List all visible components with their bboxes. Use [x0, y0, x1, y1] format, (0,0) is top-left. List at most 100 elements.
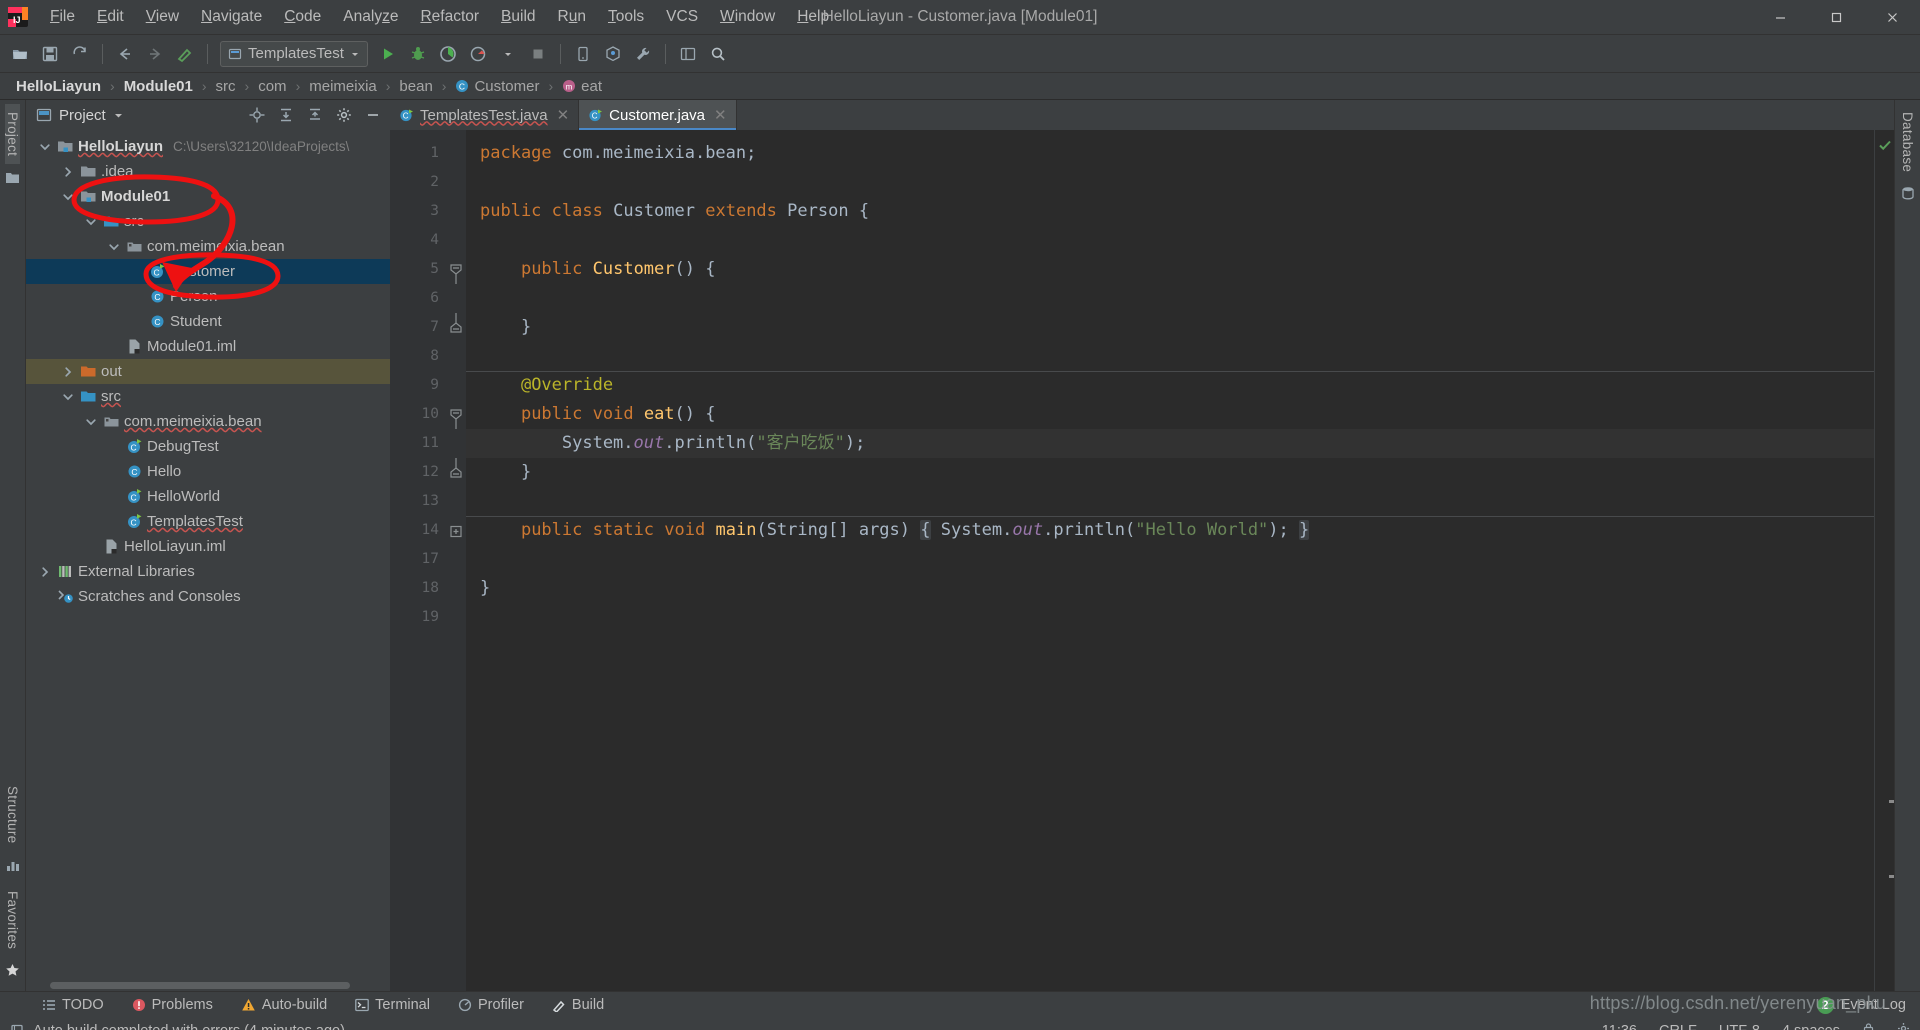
event-log-button[interactable]: 2 Event Log — [1816, 996, 1906, 1014]
run-configuration-selector[interactable]: TemplatesTest — [220, 40, 368, 67]
line-number[interactable]: 5 — [390, 255, 448, 284]
project-tree[interactable]: HelloLiayun C:\Users\32120\IdeaProjects\.… — [26, 130, 390, 980]
minimize-button[interactable] — [1752, 0, 1808, 35]
device-manager-icon[interactable] — [569, 40, 597, 68]
line-number-gutter[interactable]: 1 2 3 4 5 6 7 8 9 10 11 12 13 14 17 18 19 — [390, 130, 465, 991]
breadcrumb-item-com[interactable]: com — [254, 77, 290, 96]
wrench-settings-icon[interactable] — [629, 40, 657, 68]
line-number[interactable]: 8 — [390, 342, 448, 371]
tree-node-helloliayun[interactable]: HelloLiayun C:\Users\32120\IdeaProjects\ — [26, 134, 390, 159]
tree-twisty[interactable] — [59, 166, 76, 178]
menu-view[interactable]: View — [135, 4, 190, 30]
right-tool-rail[interactable]: Database — [1894, 100, 1920, 991]
fold-collapse-icon[interactable] — [448, 400, 466, 429]
tree-twisty[interactable] — [59, 191, 76, 203]
breadcrumb-item-bean[interactable]: bean — [395, 77, 436, 96]
tree-node-module01-iml[interactable]: Module01.iml — [26, 334, 390, 359]
menu-vcs[interactable]: VCS — [655, 4, 709, 30]
tool-window-todo[interactable]: TODO — [38, 995, 108, 1015]
tree-node-student[interactable]: C Student — [26, 309, 390, 334]
breadcrumb-item-src[interactable]: src — [212, 77, 240, 96]
line-number[interactable]: 11 — [390, 429, 448, 458]
rail-database-tab[interactable]: Database — [1900, 104, 1915, 180]
debug-bug-icon[interactable] — [404, 40, 432, 68]
chevron-down-icon[interactable] — [113, 110, 124, 121]
tree-node-src[interactable]: src — [26, 384, 390, 409]
code-line[interactable]: } — [466, 574, 1874, 603]
close-button[interactable] — [1864, 0, 1920, 35]
line-number[interactable]: 19 — [390, 603, 448, 632]
line-number[interactable]: 3 — [390, 197, 464, 226]
project-tree-horizontal-scrollbar[interactable] — [26, 980, 390, 991]
tree-node-helloworld[interactable]: C HelloWorld — [26, 484, 390, 509]
tree-node-com-meimeixia-bean[interactable]: com.meimeixia.bean — [26, 409, 390, 434]
tree-node-helloliayun-iml[interactable]: HelloLiayun.iml — [26, 534, 390, 559]
menu-code[interactable]: Code — [273, 4, 332, 30]
line-number[interactable]: 2 — [390, 168, 448, 197]
error-stripe-gutter[interactable] — [1874, 130, 1894, 991]
main-toolbar[interactable]: TemplatesTest — [0, 35, 1920, 73]
code-line[interactable] — [466, 545, 1874, 574]
breadcrumb-item-eat[interactable]: m eat — [558, 77, 606, 96]
code-line[interactable] — [466, 168, 1874, 197]
editor-tab-templatestest[interactable]: C TemplatesTest.java ✕ — [390, 100, 580, 130]
fold-collapse-icon[interactable] — [448, 255, 466, 284]
run-with-coverage-icon[interactable] — [434, 40, 462, 68]
stop-icon[interactable] — [524, 40, 552, 68]
read-only-lock-icon[interactable] — [1862, 1022, 1875, 1030]
code-folding-strip[interactable] — [448, 130, 466, 991]
breadcrumb-item-customer[interactable]: C Customer — [451, 77, 543, 96]
breadcrumb-item-meimeixia[interactable]: meimeixia — [305, 77, 381, 96]
chevron-down-icon[interactable] — [39, 141, 51, 153]
structure-icon[interactable] — [6, 858, 20, 877]
tool-window-problems[interactable]: Problems — [128, 995, 217, 1015]
line-number[interactable]: 17 — [390, 545, 448, 574]
rail-favorites-tab[interactable]: Favorites — [5, 883, 20, 957]
menu-tools[interactable]: Tools — [597, 4, 655, 30]
chevron-down-icon[interactable] — [85, 416, 97, 428]
status-indent[interactable]: 4 spaces — [1782, 1023, 1840, 1030]
gear-icon[interactable] — [333, 104, 355, 126]
error-stripe-mark[interactable] — [1889, 800, 1894, 803]
chevron-down-icon-profile[interactable] — [494, 40, 522, 68]
code-line[interactable] — [466, 603, 1874, 632]
menu-analyze[interactable]: Analyze — [332, 4, 409, 30]
build-hammer-icon[interactable] — [171, 40, 199, 68]
chevron-down-icon[interactable] — [62, 391, 74, 403]
tool-window-bar[interactable]: TODO Problems Auto-build Terminal Profil… — [0, 991, 1920, 1018]
error-stripe-mark[interactable] — [1889, 875, 1894, 878]
menu-build[interactable]: Build — [490, 4, 546, 30]
tree-twisty[interactable] — [36, 566, 53, 578]
status-line-separator[interactable]: CRLF — [1659, 1023, 1697, 1030]
line-number[interactable]: 13 — [390, 487, 448, 516]
tree-node-person[interactable]: C Person — [26, 284, 390, 309]
scroll-from-source-icon[interactable] — [246, 104, 268, 126]
open-folder-icon[interactable] — [6, 40, 34, 68]
left-tool-rail[interactable]: Project Structure Favorites — [0, 100, 26, 991]
tree-node-hello[interactable]: C Hello — [26, 459, 390, 484]
code-line[interactable] — [466, 487, 1874, 516]
code-editor[interactable]: 1 2 3 4 5 6 7 8 9 10 11 12 13 14 17 18 19 package com.me… — [390, 130, 1894, 991]
tree-node-scratches-and-consoles[interactable]: Scratches and Consoles — [26, 584, 390, 609]
tree-twisty[interactable] — [82, 216, 99, 228]
close-icon[interactable]: ✕ — [557, 106, 570, 124]
menu-file[interactable]: FFileile — [39, 4, 86, 30]
breadcrumb-item-helloliayun[interactable]: HelloLiayun — [12, 77, 105, 96]
navigate-back-icon[interactable] — [111, 40, 139, 68]
chevron-right-icon[interactable] — [39, 566, 51, 578]
tree-twisty[interactable] — [59, 366, 76, 378]
code-line[interactable]: package com.meimeixia.bean; — [466, 139, 1874, 168]
run-play-icon[interactable] — [374, 40, 402, 68]
code-line[interactable] — [466, 226, 1874, 255]
breadcrumb[interactable]: HelloLiayun › Module01 › src › com › mei… — [0, 73, 1920, 100]
status-encoding[interactable]: UTF-8 — [1719, 1023, 1760, 1030]
scrollbar-thumb[interactable] — [50, 982, 350, 989]
chevron-down-icon[interactable] — [85, 216, 97, 228]
tree-node-out[interactable]: out — [26, 359, 390, 384]
chevron-right-icon[interactable] — [62, 166, 74, 178]
database-icon[interactable] — [1901, 186, 1915, 205]
tree-node-customer[interactable]: C Customer — [26, 259, 390, 284]
chevron-right-icon[interactable] — [62, 366, 74, 378]
menu-window[interactable]: Window — [709, 4, 786, 30]
line-number[interactable]: 9 — [390, 371, 448, 400]
